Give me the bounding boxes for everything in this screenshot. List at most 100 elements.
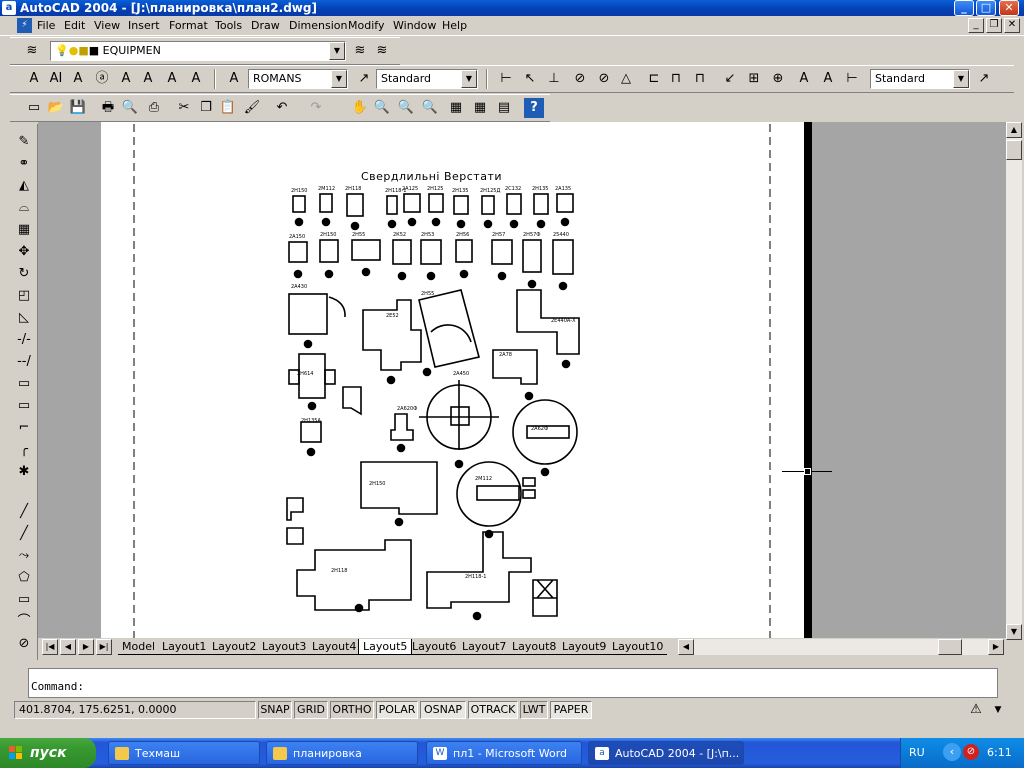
machine-outline[interactable] — [556, 193, 574, 213]
operator-marker[interactable] — [422, 367, 432, 377]
machine-outline[interactable] — [319, 193, 333, 213]
fillet-icon[interactable]: ╭ — [14, 440, 34, 460]
line-icon[interactable]: ╱ — [14, 502, 34, 522]
horizontal-scrollbar[interactable]: ◀ ▶ — [678, 639, 1004, 655]
tab-prev-button[interactable]: ◀ — [60, 639, 76, 655]
justify-text-icon[interactable]: A — [162, 69, 182, 89]
machine-outline[interactable] — [403, 193, 421, 213]
menu-insert[interactable]: Insert — [128, 19, 160, 32]
osnap-toggle[interactable]: OSNAP — [420, 701, 466, 719]
zoom-previous-icon[interactable]: 🔍 — [420, 98, 440, 118]
match-properties-icon[interactable]: 🖌 — [242, 98, 262, 118]
scroll-right-button[interactable]: ▶ — [988, 639, 1004, 655]
tool-palettes-icon[interactable]: ▤ — [494, 98, 514, 118]
dim-style-manager-icon[interactable]: ↗ — [974, 69, 994, 89]
lwt-toggle[interactable]: LWT — [520, 701, 548, 719]
radius-dim-icon[interactable]: ⊘ — [570, 69, 590, 89]
linear-dim-icon[interactable]: ⊢ — [496, 69, 516, 89]
diameter-dim-icon[interactable]: ⊘ — [594, 69, 614, 89]
ortho-toggle[interactable]: ORTHO — [330, 701, 374, 719]
arc-icon[interactable]: ⌒ — [14, 612, 34, 632]
machine-outline[interactable] — [324, 369, 336, 385]
break-at-point-icon[interactable]: ▭ — [14, 396, 34, 416]
cut-icon[interactable]: ✂ — [174, 98, 194, 118]
machine-outline[interactable] — [453, 195, 469, 215]
publish-icon[interactable]: ⎙ — [144, 98, 164, 118]
print-preview-icon[interactable]: 🔍 — [120, 98, 140, 118]
title-bar[interactable]: a AutoCAD 2004 - [J:\планировка\план2.dw… — [0, 0, 1024, 16]
machine-outline[interactable] — [522, 489, 536, 499]
center-mark-icon[interactable]: ⊕ — [768, 69, 788, 89]
machine-outline[interactable] — [428, 193, 444, 213]
vertical-scroll-thumb[interactable] — [1006, 140, 1022, 160]
paper-toggle[interactable]: PAPER — [550, 701, 592, 719]
text-icon[interactable]: A — [24, 69, 44, 89]
new-icon[interactable]: ▭ — [24, 98, 44, 118]
start-button[interactable]: пуск — [0, 738, 96, 768]
machine-outline[interactable] — [286, 527, 304, 545]
scroll-left-button[interactable]: ◀ — [678, 639, 694, 655]
mirror-icon[interactable]: ◭ — [14, 176, 34, 196]
quick-dim-icon[interactable]: ⊏ — [644, 69, 664, 89]
machine-outline[interactable] — [300, 421, 322, 443]
machine-outline[interactable] — [532, 579, 558, 617]
task-autocad[interactable]: a AutoCAD 2004 - [J:\п... — [588, 741, 744, 765]
machine-outline[interactable] — [522, 477, 536, 487]
task-planirovka[interactable]: планировка — [266, 741, 418, 765]
doc-minimize-button[interactable]: _ — [968, 18, 984, 33]
machine-outline[interactable] — [456, 461, 522, 527]
paste-icon[interactable]: 📋 — [218, 98, 238, 118]
tab-layout8[interactable]: Layout8 — [508, 639, 561, 655]
machine-outline[interactable] — [319, 239, 339, 263]
tab-layout1[interactable]: Layout1 — [158, 639, 211, 655]
operator-marker[interactable] — [454, 459, 464, 469]
operator-marker[interactable] — [509, 219, 519, 229]
menu-modify[interactable]: Modify — [348, 19, 384, 32]
horizontal-scroll-thumb[interactable] — [938, 639, 962, 655]
operator-marker[interactable] — [459, 269, 469, 279]
task-tekhmash[interactable]: Техмаш — [108, 741, 260, 765]
machine-outline[interactable] — [450, 406, 470, 426]
document-icon[interactable]: ⚡ — [17, 18, 32, 33]
dim-edit-icon[interactable]: A — [794, 69, 814, 89]
tray-expand-icon[interactable]: ‹ — [943, 743, 961, 761]
polar-toggle[interactable]: POLAR — [376, 701, 418, 719]
tab-model[interactable]: Model — [118, 639, 160, 655]
command-line[interactable]: Command: — [28, 668, 998, 698]
status-menu-arrow[interactable]: ▼ — [988, 700, 1008, 720]
operator-marker[interactable] — [483, 219, 493, 229]
operator-marker[interactable] — [558, 281, 568, 291]
tab-layout4[interactable]: Layout4 — [308, 639, 361, 655]
font-combo[interactable]: ROMANS ▼ — [248, 69, 348, 89]
angular-dim-icon[interactable]: △ — [616, 69, 636, 89]
copy-icon[interactable]: ❐ — [196, 98, 216, 118]
operator-marker[interactable] — [350, 221, 360, 231]
operator-marker[interactable] — [307, 401, 317, 411]
text-style-combo[interactable]: Standard ▼ — [376, 69, 478, 89]
tab-last-button[interactable]: ▶| — [96, 639, 112, 655]
doc-close-button[interactable]: ✕ — [1004, 18, 1020, 33]
operator-marker[interactable] — [472, 611, 482, 621]
machine-outline[interactable] — [522, 239, 542, 273]
command-scrollbar[interactable] — [1000, 668, 1020, 698]
minimize-button[interactable]: _ — [954, 0, 974, 16]
close-button[interactable]: ✕ — [999, 0, 1019, 16]
operator-marker[interactable] — [306, 447, 316, 457]
snap-toggle[interactable]: SNAP — [258, 701, 292, 719]
menu-format[interactable]: Format — [169, 19, 208, 32]
drawing-area[interactable]: 2Н150 2М112 2Н118 2Н118-1 2А125 2Н125 2Н135 2Н1… — [38, 122, 1006, 638]
scale-text-icon[interactable]: A — [138, 69, 158, 89]
menu-tools[interactable]: Tools — [215, 19, 242, 32]
machine-outline[interactable] — [533, 193, 549, 215]
menu-draw[interactable]: Draw — [251, 19, 280, 32]
machine-outline[interactable] — [342, 386, 362, 416]
text-style-icon[interactable]: A — [116, 69, 136, 89]
machine-outline[interactable] — [346, 193, 364, 217]
menu-help[interactable]: Help — [442, 19, 467, 32]
dim-style-combo[interactable]: Standard ▼ — [870, 69, 970, 89]
tab-first-button[interactable]: |◀ — [42, 639, 58, 655]
layer-dropdown-arrow[interactable]: ▼ — [329, 42, 345, 60]
operator-marker[interactable] — [293, 269, 303, 279]
explode-icon[interactable]: ✱ — [14, 462, 34, 482]
operator-marker[interactable] — [407, 217, 417, 227]
